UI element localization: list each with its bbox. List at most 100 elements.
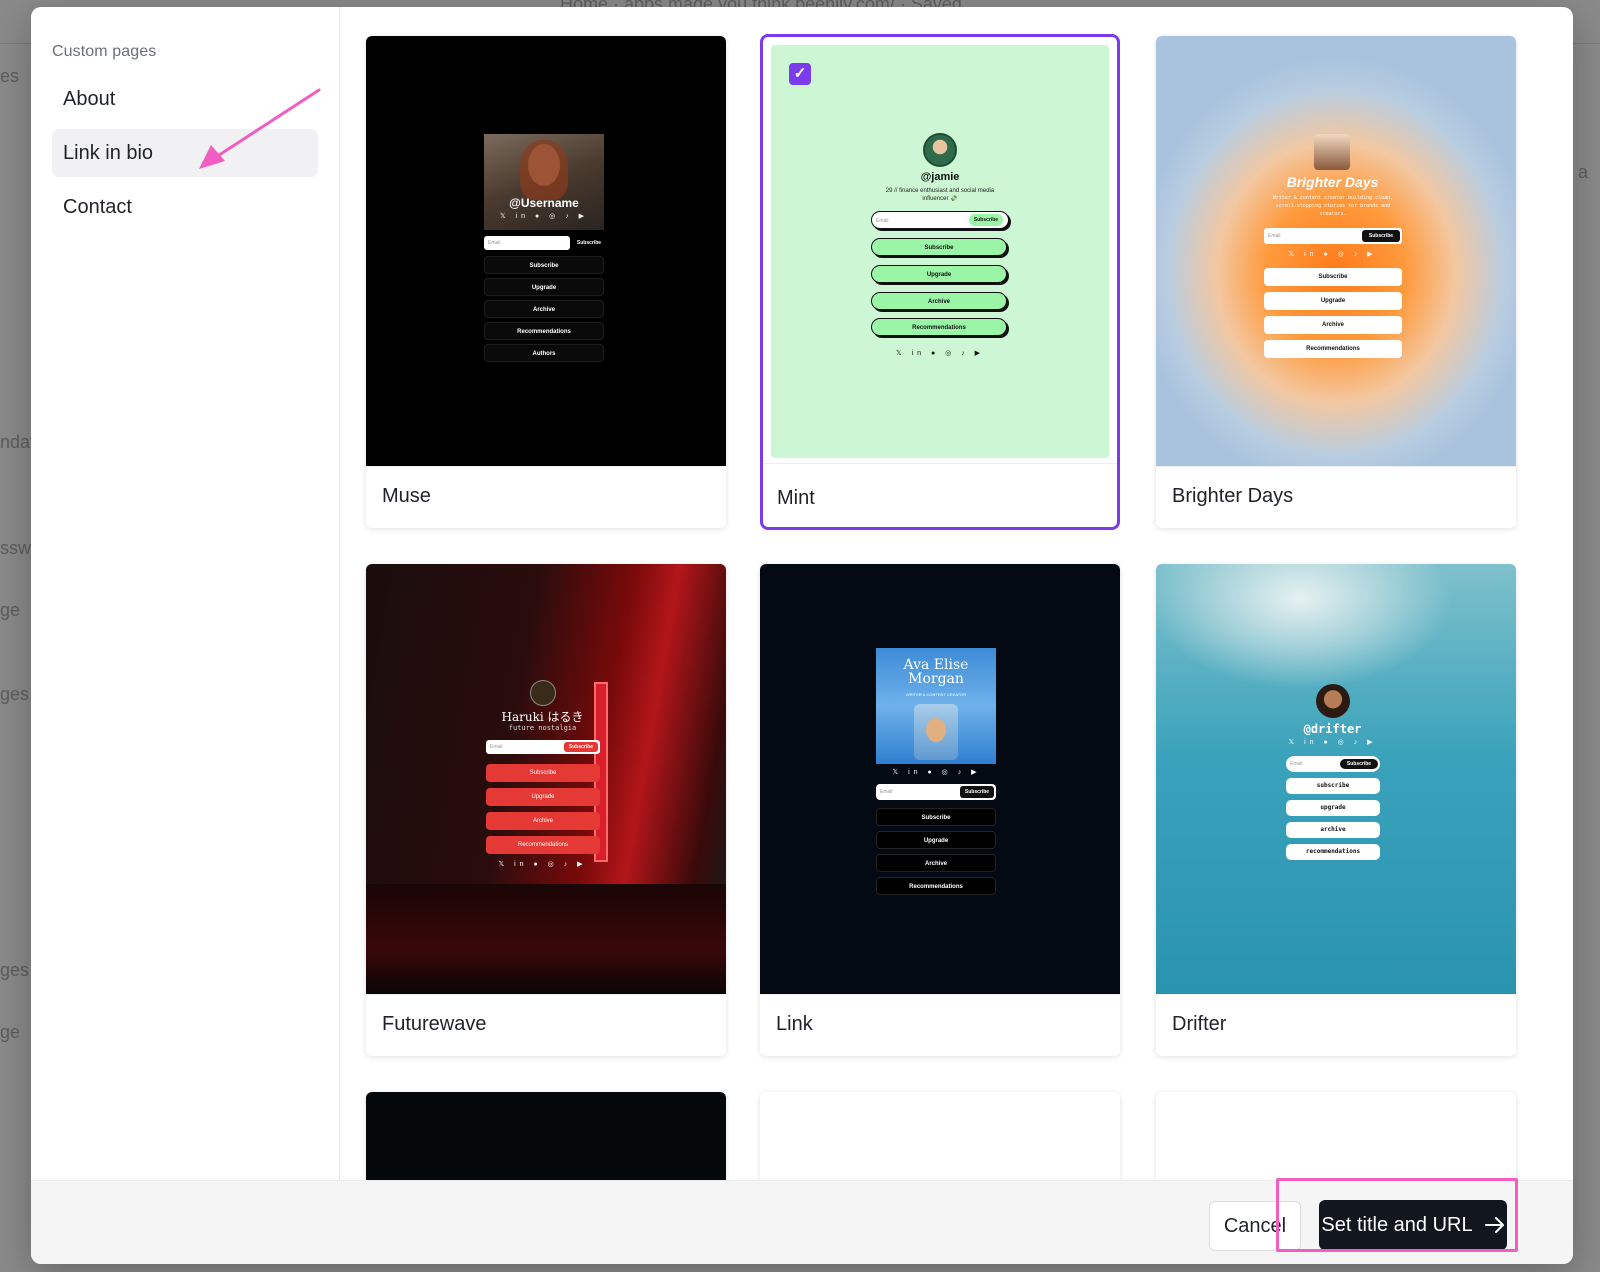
preview-button: Upgrade	[484, 278, 604, 296]
template-grid: @Username 𝕏 in ● ◎ ♪ ▶ Email Subscribe S…	[340, 7, 1573, 1180]
card-divider	[760, 994, 1120, 995]
modal-footer: Cancel Set title and URL	[31, 1180, 1573, 1264]
preview-button: Upgrade	[871, 265, 1007, 283]
preview-subtitle: future nostalgia	[508, 724, 577, 732]
social-icons: 𝕏 in ● ◎ ♪ ▶	[892, 769, 981, 776]
preview-button: Subscribe	[486, 764, 600, 782]
preview-email-input: Email	[484, 236, 570, 250]
preview-button: Recommendations	[1264, 340, 1402, 358]
preview-button: Upgrade	[876, 831, 996, 849]
template-preview-drifter: @drifter 𝕏 in ● ◎ ♪ ▶ Email Subscribe su…	[1156, 564, 1516, 994]
avatar	[530, 680, 556, 706]
background-fragment: ges	[0, 684, 30, 704]
template-card-muse[interactable]: @Username 𝕏 in ● ◎ ♪ ▶ Email Subscribe S…	[366, 36, 726, 528]
background-fragment: ndat	[0, 432, 36, 452]
template-card-brighter-days[interactable]: Brighter Days Writer & content creator b…	[1156, 36, 1516, 528]
preview-subscribe: Subscribe	[960, 786, 994, 798]
background-fragment: es	[0, 66, 20, 86]
template-preview-link: Ava Elise Morgan WRITER & CONTENT CREATO…	[760, 564, 1120, 994]
set-title-and-url-button[interactable]: Set title and URL	[1319, 1200, 1507, 1250]
hero-image: Ava Elise Morgan WRITER & CONTENT CREATO…	[876, 648, 996, 764]
selected-checkbox-icon[interactable]: ✓	[789, 63, 811, 85]
social-icons: 𝕏 in ● ◎ ♪ ▶	[498, 861, 587, 868]
portrait-frame	[914, 704, 958, 760]
template-card-partial[interactable]	[760, 1092, 1120, 1180]
preview-button: Subscribe	[876, 808, 996, 826]
template-name: Muse	[382, 485, 431, 507]
template-card-drifter[interactable]: @drifter 𝕏 in ● ◎ ♪ ▶ Email Subscribe su…	[1156, 564, 1516, 1056]
preview-title: Ava Elise Morgan	[903, 657, 969, 687]
preview-button: Recommendations	[876, 877, 996, 895]
preview-button: Authors	[484, 344, 604, 362]
social-icons: 𝕏 in ● ◎ ♪ ▶	[895, 350, 985, 357]
avatar	[1316, 684, 1350, 718]
background-fragment: ges	[0, 960, 30, 980]
preview-button: Recommendations	[871, 318, 1007, 336]
sidebar-item-contact[interactable]: Contact	[52, 183, 318, 231]
background-fragment: ssw	[0, 538, 31, 558]
preview-button: Archive	[486, 812, 600, 830]
template-preview-futurewave: Haruki はるき future nostalgia Email Subscr…	[366, 564, 726, 994]
template-card-futurewave[interactable]: Haruki はるき future nostalgia Email Subscr…	[366, 564, 726, 1056]
preview-button: Subscribe	[871, 238, 1007, 256]
preview-button: upgrade	[1286, 800, 1380, 816]
preview-subtitle: WRITER & CONTENT CREATOR	[905, 692, 967, 697]
template-name: Link	[776, 1013, 813, 1035]
card-divider	[366, 466, 726, 467]
template-name: Futurewave	[382, 1013, 487, 1035]
preview-username: @drifter	[1303, 722, 1362, 736]
annotation-arrow-icon	[199, 88, 321, 169]
template-picker-modal: Custom pages About Link in bio Contact @…	[31, 7, 1573, 1264]
sidebar: Custom pages About Link in bio Contact	[31, 7, 340, 1180]
preview-button: Subscribe	[484, 256, 604, 274]
preview-button: recommendations	[1286, 844, 1380, 860]
cancel-button[interactable]: Cancel	[1209, 1201, 1301, 1251]
template-card-mint[interactable]: @jamie 29 // finance enthusiast and soci…	[760, 34, 1120, 530]
avatar-photo: @Username 𝕏 in ● ◎ ♪ ▶	[484, 134, 604, 230]
preview-button: archive	[1286, 822, 1380, 838]
preview-button: Upgrade	[1264, 292, 1402, 310]
preview-button: Archive	[876, 854, 996, 872]
background-fragment: ge	[0, 1022, 21, 1042]
social-icons: 𝕏 in ● ◎ ♪ ▶	[1288, 251, 1377, 258]
social-icons: 𝕏 in ● ◎ ♪ ▶	[499, 213, 589, 220]
template-card-link[interactable]: Ava Elise Morgan WRITER & CONTENT CREATO…	[760, 564, 1120, 1056]
preview-button: Subscribe	[1264, 268, 1402, 286]
preview-subscribe: Subscribe	[576, 240, 602, 246]
preview-username: @Username	[509, 196, 579, 210]
preview-button: Upgrade	[486, 788, 600, 806]
portrait-hair	[520, 140, 568, 200]
arrow-right-icon	[1484, 1217, 1504, 1233]
template-preview-mint: @jamie 29 // finance enthusiast and soci…	[771, 45, 1109, 458]
preview-button: subscribe	[1286, 778, 1380, 794]
template-preview-muse: @Username 𝕏 in ● ◎ ♪ ▶ Email Subscribe S…	[366, 36, 726, 466]
preview-button: Recommendations	[484, 322, 604, 340]
template-card-partial[interactable]	[366, 1092, 726, 1180]
sidebar-heading: Custom pages	[52, 43, 157, 60]
card-divider	[366, 994, 726, 995]
preview-subscribe: Subscribe	[564, 742, 598, 752]
preview-username: @jamie	[920, 171, 960, 183]
preview-bio: Writer & content creator building clean,…	[1272, 195, 1394, 217]
template-preview-partial	[366, 1092, 726, 1180]
preview-subscribe: Subscribe	[1362, 230, 1400, 242]
preview-title: Haruki はるき	[501, 710, 584, 724]
street-shape	[366, 884, 726, 994]
preview-subscribe: Subscribe	[1340, 759, 1378, 769]
card-divider	[1156, 994, 1516, 995]
preview-title: Brighter Days	[1286, 174, 1379, 190]
background-fragment: ge	[0, 600, 21, 620]
primary-button-label: Set title and URL	[1321, 1213, 1473, 1236]
template-preview-brighter-days: Brighter Days Writer & content creator b…	[1156, 36, 1516, 466]
template-name: Brighter Days	[1172, 485, 1294, 507]
portrait-shape	[926, 718, 946, 742]
preview-button: Archive	[1264, 316, 1402, 334]
preview-bio: 29 // finance enthusiast and social medi…	[885, 188, 995, 202]
avatar	[1314, 134, 1350, 170]
card-divider	[1156, 466, 1516, 467]
template-card-partial[interactable]	[1156, 1092, 1516, 1180]
template-name: Mint	[777, 487, 815, 509]
avatar	[923, 133, 957, 167]
template-name: Drifter	[1172, 1013, 1227, 1035]
preview-button: Archive	[871, 292, 1007, 310]
